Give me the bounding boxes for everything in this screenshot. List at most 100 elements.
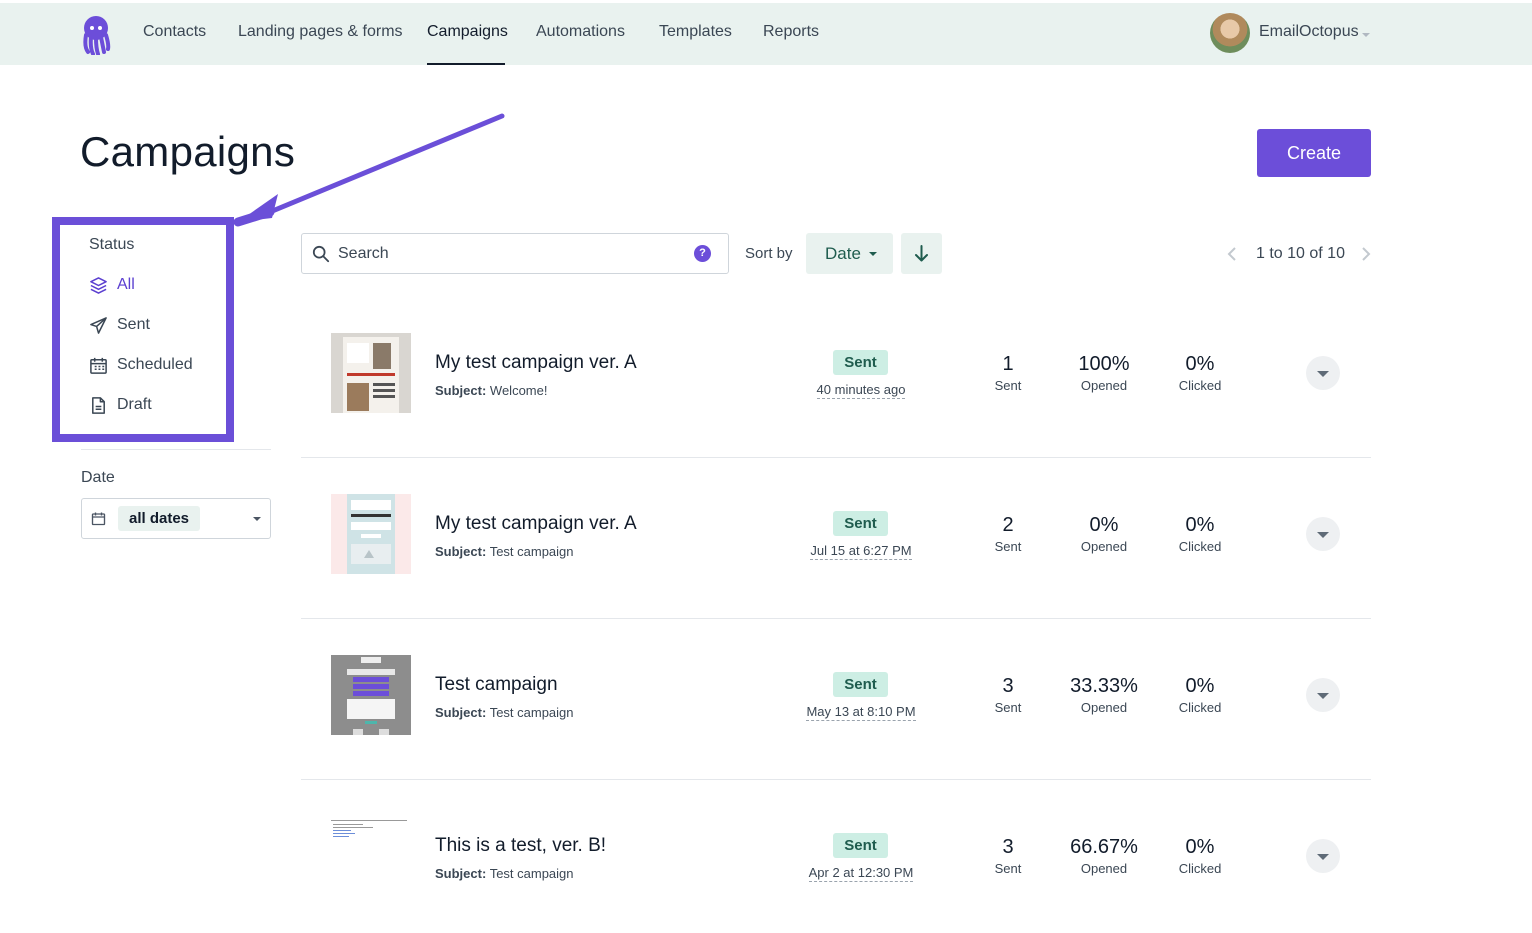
nav-templates[interactable]: Templates [659,23,732,41]
sent-label: Sent [994,861,1022,876]
paper-plane-icon [90,316,107,334]
campaign-subject: Subject: Test campaign [435,866,574,881]
row-actions-button[interactable] [1306,517,1340,551]
opened-label: Opened [1080,700,1128,715]
status-badge: Sent [833,833,888,858]
subject-value: Test campaign [489,705,574,720]
sent-time: May 13 at 8:10 PM [781,703,941,721]
clicked-rate: 0% [1185,353,1215,375]
status-filter-sent[interactable]: Sent [89,313,150,337]
row-actions-button[interactable] [1306,356,1340,390]
opened-rate: 66.67% [1070,836,1138,858]
opened-label: Opened [1080,378,1128,393]
annotation-arrow [233,113,505,227]
clicked-rate: 0% [1185,836,1215,858]
date-heading: Date [81,469,115,486]
chevron-down-icon [1317,854,1329,860]
search-icon [312,245,330,263]
chevron-down-icon [1317,693,1329,699]
opened-stat: 33.33% Opened [1054,675,1154,715]
campaign-thumbnail [331,333,411,413]
nav-landing-pages-forms[interactable]: Landing pages & forms [238,23,403,41]
subject-value: Test campaign [489,866,574,881]
sent-time-text: 40 minutes ago [816,382,906,399]
opened-rate: 100% [1078,353,1130,375]
campaign-row[interactable]: My test campaign ver. A Subject: Welcome… [301,297,1371,458]
document-icon [92,396,105,414]
arrow-down-icon [915,245,928,262]
sent-count: 2 [1002,514,1014,536]
pagination-text: 1 to 10 of 10 [1256,245,1345,262]
opened-rate: 33.33% [1070,675,1138,697]
status-filter-label: All [117,276,135,293]
nav-contacts[interactable]: Contacts [143,23,206,41]
chevron-right-icon[interactable] [1360,246,1372,262]
status-badge: Sent [833,350,888,375]
row-actions-button[interactable] [1306,678,1340,712]
avatar[interactable] [1210,13,1250,53]
octopus-logo-icon[interactable] [80,15,112,55]
clicked-stat: 0% Clicked [1150,836,1250,876]
sent-time: Jul 15 at 6:27 PM [781,542,941,560]
clicked-rate: 0% [1185,675,1215,697]
sent-count-stat: 3 Sent [958,675,1058,715]
sent-count-stat: 1 Sent [958,353,1058,393]
account-menu[interactable]: EmailOctopus [1259,23,1359,41]
sidebar-divider [81,449,271,450]
clicked-label: Clicked [1178,378,1222,393]
search-input[interactable] [338,240,678,268]
sent-label: Sent [994,539,1022,554]
sent-time-text: May 13 at 8:10 PM [806,704,916,721]
sort-direction-button[interactable] [901,233,942,274]
sent-time: 40 minutes ago [781,381,941,399]
opened-label: Opened [1080,861,1128,876]
status-badge: Sent [833,672,888,697]
campaign-thumbnail [331,494,411,574]
campaign-thumbnail [331,816,411,896]
status-filter-label: Draft [117,396,152,413]
opened-stat: 100% Opened [1054,353,1154,393]
sort-by-label: Sort by [745,245,793,262]
opened-stat: 66.67% Opened [1054,836,1154,876]
nav-campaigns[interactable]: Campaigns [427,23,508,41]
subject-label: Subject: [435,705,487,720]
opened-label: Opened [1080,539,1128,554]
nav-automations[interactable]: Automations [536,23,625,41]
campaign-title[interactable]: My test campaign ver. A [435,352,637,374]
date-filter-select[interactable]: all dates [81,498,271,539]
status-filter-draft[interactable]: Draft [89,393,152,417]
calendar-icon [91,512,106,526]
help-icon[interactable]: ? [694,245,711,262]
active-tab-indicator [427,63,505,65]
opened-stat: 0% Opened [1054,514,1154,554]
chevron-down-icon[interactable] [1362,33,1370,37]
campaign-row[interactable]: My test campaign ver. A Subject: Test ca… [301,458,1371,619]
subject-label: Subject: [435,866,487,881]
sent-count: 3 [1002,836,1014,858]
status-filter-all[interactable]: All [89,273,135,297]
subject-value: Test campaign [489,544,574,559]
chevron-down-icon [868,251,877,256]
campaign-row[interactable]: Test campaign Subject: Test campaign Sen… [301,619,1371,780]
date-filter-value: all dates [118,506,201,531]
status-filter-label: Scheduled [117,356,193,373]
sort-field-dropdown[interactable]: Date [806,233,893,274]
sent-count-stat: 3 Sent [958,836,1058,876]
create-button[interactable]: Create [1257,129,1371,177]
sent-time-text: Apr 2 at 12:30 PM [808,865,914,882]
campaign-subject: Subject: Test campaign [435,705,574,720]
top-navigation: Contacts Landing pages & forms Campaigns… [0,3,1532,65]
nav-reports[interactable]: Reports [763,23,819,41]
campaign-row[interactable]: This is a test, ver. B! Subject: Test ca… [301,780,1371,933]
row-actions-button[interactable] [1306,839,1340,873]
status-filter-label: Sent [117,316,150,333]
campaign-title[interactable]: My test campaign ver. A [435,513,637,535]
chevron-down-icon [253,517,261,521]
subject-label: Subject: [435,383,487,398]
chevron-left-icon[interactable] [1226,246,1238,262]
campaign-subject: Subject: Welcome! [435,383,547,398]
campaign-title[interactable]: Test campaign [435,674,558,696]
status-filter-scheduled[interactable]: Scheduled [89,353,193,377]
campaign-title[interactable]: This is a test, ver. B! [435,835,606,857]
calendar-icon [90,357,107,374]
